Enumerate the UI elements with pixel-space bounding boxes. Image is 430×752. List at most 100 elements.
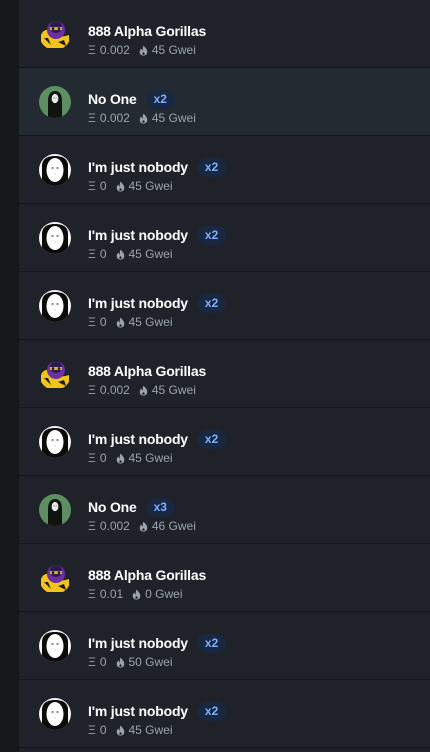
mint-price: 0.01 bbox=[99, 587, 124, 601]
collection-name[interactable]: 888 Alpha Gorillas bbox=[88, 363, 206, 379]
collection-name[interactable]: 888 Alpha Gorillas bbox=[88, 23, 206, 39]
eth-icon: Ξ bbox=[88, 247, 96, 261]
flame-icon bbox=[139, 45, 148, 56]
mint-price: 0.002 bbox=[99, 383, 130, 397]
eth-icon: Ξ bbox=[88, 451, 96, 465]
collection-name[interactable]: No One bbox=[88, 91, 137, 107]
feed-row[interactable]: I'm just nobody x2 Ξ 0 45 Gwei bbox=[19, 204, 430, 272]
name-line: No One x3 bbox=[88, 497, 175, 517]
feed-row[interactable]: I'm just nobody x2 Ξ 0 45 Gwei bbox=[19, 680, 430, 748]
name-line: 888 Alpha Gorillas bbox=[88, 361, 206, 381]
eth-icon: Ξ bbox=[88, 383, 96, 397]
nobody-avatar bbox=[39, 698, 71, 730]
count-badge: x2 bbox=[145, 89, 175, 109]
name-line: 888 Alpha Gorillas bbox=[88, 21, 206, 41]
name-line: I'm just nobody x2 bbox=[88, 157, 227, 177]
mint-feed-list: 888 Alpha Gorillas Ξ 0.002 45 Gwei No On… bbox=[19, 0, 430, 752]
mint-price: 0 bbox=[99, 315, 107, 329]
gorilla-avatar bbox=[39, 18, 71, 50]
feed-row[interactable]: 888 Alpha Gorillas Ξ 0.002 45 Gwei bbox=[19, 340, 430, 408]
collection-name[interactable]: I'm just nobody bbox=[88, 227, 188, 243]
collection-name[interactable]: No One bbox=[88, 499, 137, 515]
eth-icon: Ξ bbox=[88, 43, 96, 57]
name-line: I'm just nobody x2 bbox=[88, 633, 227, 653]
eth-icon: Ξ bbox=[88, 111, 96, 125]
flame-icon bbox=[116, 657, 125, 668]
mint-price: 0 bbox=[99, 179, 107, 193]
flame-icon bbox=[139, 521, 148, 532]
eth-icon: Ξ bbox=[88, 655, 96, 669]
feed-row[interactable]: No One x3 Ξ 0.002 46 Gwei bbox=[19, 476, 430, 544]
meta-line: Ξ 0 50 Gwei bbox=[88, 654, 173, 670]
name-line: I'm just nobody x2 bbox=[88, 701, 227, 721]
gas-price: 45 Gwei bbox=[128, 315, 173, 329]
meta-line: Ξ 0 45 Gwei bbox=[88, 314, 173, 330]
name-line: No One x2 bbox=[88, 89, 175, 109]
gas-price: 45 Gwei bbox=[151, 43, 196, 57]
flame-icon bbox=[132, 589, 141, 600]
gorilla-avatar bbox=[39, 562, 71, 594]
count-badge: x3 bbox=[145, 497, 175, 517]
gorilla-avatar bbox=[39, 358, 71, 390]
mint-price: 0 bbox=[99, 723, 107, 737]
flame-icon bbox=[139, 113, 148, 124]
collection-name[interactable]: I'm just nobody bbox=[88, 703, 188, 719]
mint-price: 0 bbox=[99, 247, 107, 261]
gas-price: 45 Gwei bbox=[128, 451, 173, 465]
mint-price: 0.002 bbox=[99, 43, 130, 57]
gas-price: 45 Gwei bbox=[151, 383, 196, 397]
meta-line: Ξ 0.002 45 Gwei bbox=[88, 42, 196, 58]
gas-price: 45 Gwei bbox=[151, 111, 196, 125]
nobody-avatar bbox=[39, 222, 71, 254]
name-line: I'm just nobody x2 bbox=[88, 293, 227, 313]
name-line: 888 Alpha Gorillas bbox=[88, 565, 206, 585]
eth-icon: Ξ bbox=[88, 315, 96, 329]
gas-price: 46 Gwei bbox=[151, 519, 196, 533]
feed-row[interactable]: No One x2 Ξ 0.002 45 Gwei bbox=[19, 68, 430, 136]
nobody-avatar bbox=[39, 426, 71, 458]
meta-line: Ξ 0.002 45 Gwei bbox=[88, 110, 196, 126]
mint-price: 0 bbox=[99, 655, 107, 669]
collection-name[interactable]: 888 Alpha Gorillas bbox=[88, 567, 206, 583]
feed-row[interactable]: I'm just nobody x2 Ξ 0 50 Gwei bbox=[19, 612, 430, 680]
flame-icon bbox=[116, 249, 125, 260]
collection-name[interactable]: I'm just nobody bbox=[88, 295, 188, 311]
meta-line: Ξ 0 45 Gwei bbox=[88, 246, 173, 262]
collection-name[interactable]: I'm just nobody bbox=[88, 635, 188, 651]
eth-icon: Ξ bbox=[88, 587, 96, 601]
count-badge: x2 bbox=[196, 293, 227, 313]
nobody-avatar bbox=[39, 154, 71, 186]
meta-line: Ξ 0.002 46 Gwei bbox=[88, 518, 196, 534]
gas-price: 45 Gwei bbox=[128, 179, 173, 193]
no-one-avatar bbox=[39, 494, 71, 526]
flame-icon bbox=[116, 317, 125, 328]
collection-name[interactable]: I'm just nobody bbox=[88, 159, 188, 175]
feed-row[interactable]: I'm just nobody x2 Ξ 0 45 Gwei bbox=[19, 136, 430, 204]
mint-price: 0.002 bbox=[99, 519, 130, 533]
count-badge: x2 bbox=[196, 429, 227, 449]
feed-row[interactable]: 888 Alpha Gorillas Ξ 0.01 0 Gwei bbox=[19, 544, 430, 612]
meta-line: Ξ 0 45 Gwei bbox=[88, 722, 173, 738]
meta-line: Ξ 0 45 Gwei bbox=[88, 450, 173, 466]
gas-price: 45 Gwei bbox=[128, 723, 173, 737]
feed-row[interactable]: I'm just nobody x2 Ξ 0 45 Gwei bbox=[19, 408, 430, 476]
collection-name[interactable]: I'm just nobody bbox=[88, 431, 188, 447]
feed-row[interactable]: 888 Alpha Gorillas Ξ 0.002 45 Gwei bbox=[19, 0, 430, 68]
flame-icon bbox=[139, 385, 148, 396]
eth-icon: Ξ bbox=[88, 519, 96, 533]
meta-line: Ξ 0.01 0 Gwei bbox=[88, 586, 183, 602]
flame-icon bbox=[116, 181, 125, 192]
gas-price: 0 Gwei bbox=[145, 587, 183, 601]
eth-icon: Ξ bbox=[88, 179, 96, 193]
feed-row[interactable]: I'm just nobody x2 Ξ 0 45 Gwei bbox=[19, 272, 430, 340]
eth-icon: Ξ bbox=[88, 723, 96, 737]
left-gutter bbox=[0, 0, 19, 752]
meta-line: Ξ 0 45 Gwei bbox=[88, 178, 173, 194]
count-badge: x2 bbox=[196, 157, 227, 177]
meta-line: Ξ 0.002 45 Gwei bbox=[88, 382, 196, 398]
count-badge: x2 bbox=[196, 701, 227, 721]
count-badge: x2 bbox=[196, 633, 227, 653]
name-line: I'm just nobody x2 bbox=[88, 429, 227, 449]
nobody-avatar bbox=[39, 630, 71, 662]
no-one-avatar bbox=[39, 86, 71, 118]
